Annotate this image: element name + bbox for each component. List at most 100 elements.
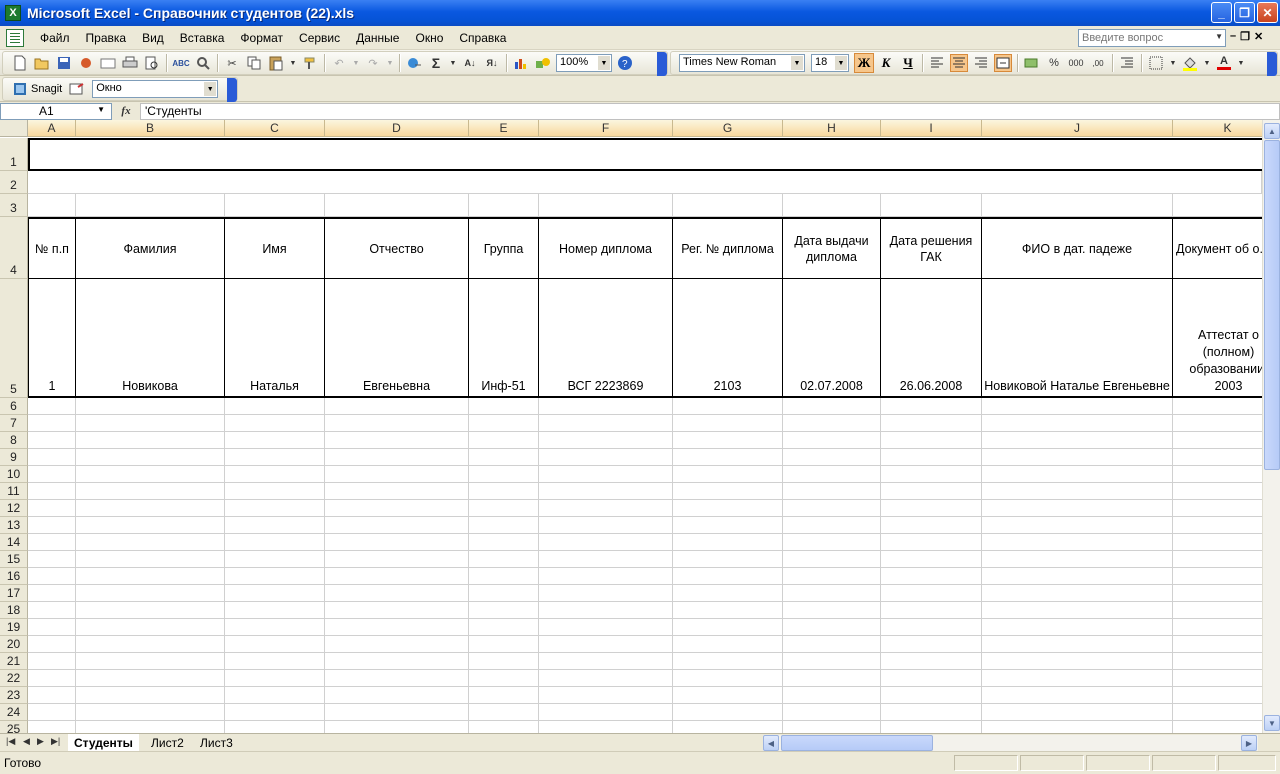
grid-cell[interactable]: [225, 398, 325, 415]
table-data-cell[interactable]: Евгеньевна: [325, 279, 469, 398]
grid-cell[interactable]: [881, 602, 982, 619]
grid-cell[interactable]: [469, 653, 539, 670]
grid-cell[interactable]: [325, 483, 469, 500]
grid-cell[interactable]: [539, 500, 673, 517]
horizontal-scrollbar[interactable]: ◀ ▶: [763, 735, 1258, 751]
grid-cell[interactable]: [469, 619, 539, 636]
grid-cell[interactable]: [1173, 483, 1262, 500]
grid-cell[interactable]: [673, 500, 783, 517]
chevron-down-icon[interactable]: ▼: [1215, 32, 1223, 41]
grid-cell[interactable]: [1173, 653, 1262, 670]
grid-cell[interactable]: [539, 619, 673, 636]
grid-cell[interactable]: [539, 398, 673, 415]
row-header[interactable]: 21: [0, 653, 28, 670]
redo-icon[interactable]: ↷: [364, 54, 382, 72]
toolbar-options-gripper[interactable]: [227, 78, 237, 102]
grid-cell[interactable]: [325, 568, 469, 585]
grid-cell[interactable]: [76, 517, 225, 534]
column-header[interactable]: H: [783, 120, 881, 137]
grid-cell[interactable]: [325, 704, 469, 721]
grid-cell[interactable]: [982, 517, 1173, 534]
table-data-cell[interactable]: Наталья: [225, 279, 325, 398]
table-header-cell[interactable]: Отчество: [325, 217, 469, 279]
increase-decimal-icon[interactable]: ,00: [1089, 54, 1107, 72]
row-header[interactable]: 18: [0, 602, 28, 619]
copy-icon[interactable]: [245, 54, 263, 72]
grid-cell[interactable]: [225, 704, 325, 721]
vertical-scrollbar[interactable]: ▲ ▼: [1262, 120, 1280, 733]
scroll-left-icon[interactable]: ◀: [763, 735, 779, 751]
menu-tools[interactable]: Сервис: [291, 31, 348, 45]
snagit-icon[interactable]: [11, 80, 29, 98]
grid-cell[interactable]: [76, 585, 225, 602]
grid-cell[interactable]: [225, 636, 325, 653]
grid-cell[interactable]: [881, 194, 982, 217]
grid-cell[interactable]: [539, 653, 673, 670]
grid-cell[interactable]: [28, 568, 76, 585]
grid-cell[interactable]: [469, 194, 539, 217]
table-header-cell[interactable]: Рег. № диплома: [673, 217, 783, 279]
grid-cell[interactable]: [982, 585, 1173, 602]
grid-cell[interactable]: [325, 415, 469, 432]
row-header[interactable]: 5: [0, 279, 28, 398]
grid-cell[interactable]: [673, 687, 783, 704]
row-header[interactable]: 24: [0, 704, 28, 721]
grid-cell[interactable]: [881, 619, 982, 636]
grid-cell[interactable]: [881, 466, 982, 483]
table-header-cell[interactable]: Фамилия: [76, 217, 225, 279]
grid-cell[interactable]: [673, 449, 783, 466]
grid-cell[interactable]: [539, 687, 673, 704]
grid-cell[interactable]: [673, 534, 783, 551]
grid-cell[interactable]: [982, 636, 1173, 653]
last-sheet-icon[interactable]: ▶|: [51, 736, 60, 747]
align-right-icon[interactable]: [972, 54, 990, 72]
grid-cell[interactable]: [881, 517, 982, 534]
grid-cell[interactable]: [783, 500, 881, 517]
snagit-label[interactable]: Snagit: [31, 83, 62, 95]
fill-color-icon[interactable]: [1181, 54, 1199, 72]
grid-cell[interactable]: [1173, 551, 1262, 568]
grid-cell[interactable]: [225, 551, 325, 568]
drawing-icon[interactable]: [534, 54, 552, 72]
spelling-icon[interactable]: ABC: [172, 54, 190, 72]
grid-cell[interactable]: [76, 602, 225, 619]
grid-cell[interactable]: [1173, 636, 1262, 653]
grid-cell[interactable]: [1173, 517, 1262, 534]
chevron-down-icon[interactable]: ▼: [386, 54, 394, 72]
grid-cell[interactable]: [469, 432, 539, 449]
grid-cell[interactable]: [325, 687, 469, 704]
grid-cell[interactable]: [982, 619, 1173, 636]
grid-cell[interactable]: [1173, 534, 1262, 551]
grid-cell[interactable]: [28, 466, 76, 483]
grid-cell[interactable]: [469, 636, 539, 653]
grid-cell[interactable]: [76, 466, 225, 483]
table-header-cell[interactable]: ФИО в дат. падеже: [982, 217, 1173, 279]
grid-cell[interactable]: [539, 517, 673, 534]
table-data-cell[interactable]: Инф-51: [469, 279, 539, 398]
grid-cell[interactable]: [469, 517, 539, 534]
workbook-icon[interactable]: [6, 28, 24, 47]
grid-cell[interactable]: [325, 466, 469, 483]
row-header[interactable]: 9: [0, 449, 28, 466]
font-name-select[interactable]: Times New Roman ▼: [679, 54, 805, 72]
grid-cell[interactable]: [783, 194, 881, 217]
grid-cell[interactable]: [982, 704, 1173, 721]
grid-cell[interactable]: [76, 636, 225, 653]
menu-edit[interactable]: Правка: [78, 31, 135, 45]
grid-cell[interactable]: [673, 670, 783, 687]
prev-sheet-icon[interactable]: ◀: [23, 736, 30, 747]
table-header-cell[interactable]: № п.п: [28, 217, 76, 279]
grid-cell[interactable]: [469, 585, 539, 602]
chevron-down-icon[interactable]: ▼: [1203, 54, 1211, 72]
grid-cell[interactable]: [28, 721, 76, 733]
column-header[interactable]: C: [225, 120, 325, 137]
grid-cell[interactable]: [1173, 500, 1262, 517]
grid-cell[interactable]: [673, 517, 783, 534]
format-painter-icon[interactable]: [301, 54, 319, 72]
grid-cell[interactable]: [28, 517, 76, 534]
grid-cell[interactable]: [1173, 619, 1262, 636]
grid-cell[interactable]: [469, 704, 539, 721]
grid-cell[interactable]: [539, 602, 673, 619]
grid-cell[interactable]: [225, 619, 325, 636]
column-header[interactable]: A: [28, 120, 76, 137]
